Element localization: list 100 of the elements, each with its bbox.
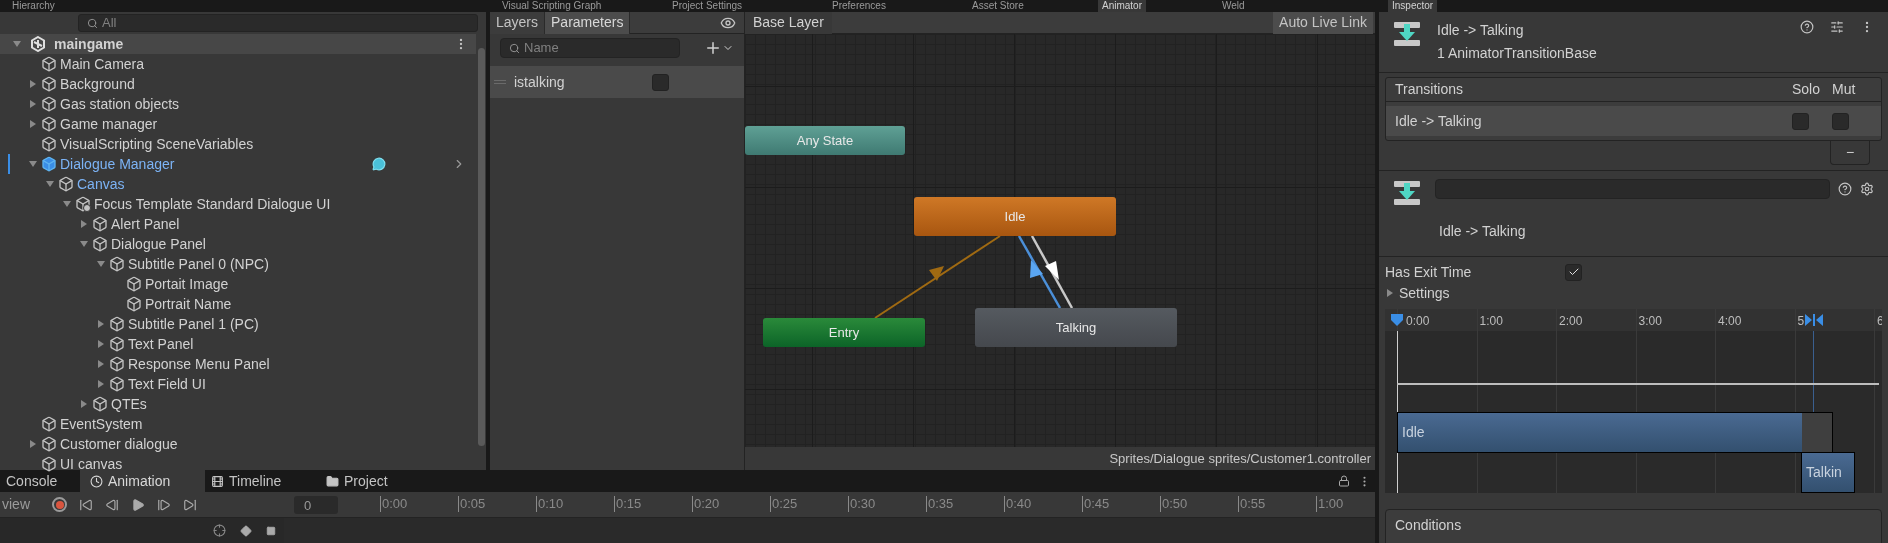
clip-bar[interactable]: Talkin bbox=[1801, 452, 1855, 493]
hierarchy-item[interactable]: Subtitle Panel 1 (PC) bbox=[128, 313, 259, 335]
cube-icon bbox=[58, 176, 74, 192]
panel-tab[interactable]: Timeline bbox=[205, 470, 320, 492]
window-tab[interactable]: Hierarchy bbox=[8, 0, 59, 12]
hierarchy-item[interactable]: Subtitle Panel 0 (NPC) bbox=[128, 253, 269, 275]
hierarchy-item[interactable]: Response Menu Panel bbox=[128, 353, 270, 375]
search-field[interactable]: All bbox=[78, 14, 478, 32]
transition-icon bbox=[1393, 179, 1421, 207]
window-tab[interactable]: Visual Scripting Graph bbox=[498, 0, 606, 12]
scene-name: maingame bbox=[54, 34, 125, 54]
settings-foldout[interactable]: Settings bbox=[1399, 282, 1450, 304]
panel-tab[interactable]: Parameters bbox=[545, 11, 631, 34]
search-field[interactable]: Name bbox=[500, 38, 680, 58]
lock-icon[interactable] bbox=[1338, 475, 1350, 487]
timeline-tick-label: 4:00 bbox=[1718, 313, 1742, 330]
hierarchy-item[interactable]: Portrait Name bbox=[145, 293, 232, 315]
expanded-arrow-icon[interactable] bbox=[12, 39, 22, 49]
hierarchy-item[interactable]: Gas station objects bbox=[60, 93, 180, 115]
help-icon[interactable] bbox=[1800, 20, 1814, 34]
start-marker-icon[interactable] bbox=[1390, 313, 1404, 327]
hierarchy-item[interactable]: QTEs bbox=[111, 393, 147, 415]
hierarchy-item[interactable]: Dialogue Manager bbox=[60, 153, 175, 175]
transition-row[interactable]: Idle -> Talking bbox=[1386, 106, 1881, 136]
ruler-tick-label: 0:35 bbox=[926, 496, 954, 512]
next-frame-icon[interactable] bbox=[157, 497, 171, 512]
hierarchy-item[interactable]: Background bbox=[60, 73, 135, 95]
time-ruler[interactable]: 0:00 0:05 0:10 0:15 0:20 0:25 0:30 0:35 0:40 0:45 0:50 0:55 1:00 bbox=[344, 492, 1375, 517]
window-tab[interactable]: Asset Store bbox=[968, 0, 1028, 12]
preview-toggle[interactable]: view bbox=[0, 494, 44, 515]
hierarchy-item[interactable]: Alert Panel bbox=[111, 213, 180, 235]
hierarchy-item[interactable]: Text Panel bbox=[128, 333, 194, 355]
add-keyframe-icon[interactable] bbox=[240, 524, 252, 537]
hierarchy-item[interactable]: Main Camera bbox=[60, 53, 145, 75]
inspector-subtitle: 1 AnimatorTransitionBase bbox=[1437, 44, 1598, 63]
last-frame-icon[interactable] bbox=[183, 497, 197, 512]
hierarchy-item[interactable]: Text Field UI bbox=[128, 373, 206, 395]
transition-arrow[interactable] bbox=[1030, 235, 1074, 309]
hierarchy-item[interactable]: VisualScripting SceneVariables bbox=[60, 133, 254, 155]
collapsed-arrow-icon[interactable] bbox=[28, 439, 38, 449]
controller-path: Sprites/Dialogue sprites/Customer1.controller bbox=[1109, 449, 1371, 468]
clip-bar[interactable]: Idle bbox=[1397, 412, 1833, 453]
presets-icon[interactable] bbox=[1830, 20, 1844, 34]
hierarchy-item[interactable]: Canvas bbox=[77, 173, 125, 195]
panel-tab[interactable]: Animation bbox=[80, 470, 205, 492]
help-icon[interactable] bbox=[1838, 182, 1852, 196]
play-icon[interactable] bbox=[131, 497, 145, 512]
scene-header[interactable]: maingame bbox=[0, 34, 476, 54]
field-label: Has Exit Time bbox=[1385, 262, 1473, 282]
transition-arrow[interactable] bbox=[1017, 235, 1062, 309]
state-graph[interactable]: Any State Idle Entry Talking bbox=[745, 34, 1375, 447]
collapsed-arrow-icon[interactable] bbox=[1385, 288, 1395, 298]
add-event-icon[interactable] bbox=[266, 525, 276, 536]
mute-checkbox[interactable] bbox=[1832, 112, 1849, 130]
hierarchy-item[interactable]: Focus Template Standard Dialogue UI bbox=[94, 193, 331, 215]
parameter-row[interactable]: istalking bbox=[490, 66, 744, 98]
idle-state-node[interactable]: Idle bbox=[914, 197, 1116, 236]
crosshair-icon[interactable] bbox=[213, 524, 226, 537]
inspector-title: Idle -> Talking bbox=[1437, 21, 1525, 40]
hierarchy-item[interactable]: Dialogue Panel bbox=[111, 233, 206, 255]
timeline-tick-label: 5 bbox=[1797, 313, 1805, 330]
hierarchy-item[interactable]: Game manager bbox=[60, 113, 158, 135]
first-frame-icon[interactable] bbox=[79, 497, 93, 512]
window-tab[interactable]: Project Settings bbox=[668, 0, 747, 12]
parameter-checkbox[interactable] bbox=[652, 73, 669, 91]
entry-node[interactable]: Entry bbox=[763, 318, 925, 347]
frame-field[interactable]: 0 bbox=[294, 495, 338, 514]
cube-icon bbox=[41, 56, 57, 72]
cube-icon bbox=[109, 256, 125, 272]
panel-tab[interactable]: Project bbox=[320, 470, 420, 492]
previous-frame-icon[interactable] bbox=[105, 497, 119, 512]
collapsed-arrow-icon[interactable] bbox=[79, 219, 89, 229]
window-tab[interactable]: Inspector bbox=[1388, 0, 1438, 12]
hierarchy-item[interactable]: Customer dialogue bbox=[60, 433, 178, 455]
cube-icon bbox=[109, 356, 125, 372]
folder-icon bbox=[326, 474, 339, 488]
window-tab[interactable]: Animator bbox=[1098, 0, 1146, 12]
auto-live-link-button[interactable]: Auto Live Link bbox=[1273, 11, 1373, 34]
remove-button[interactable]: − bbox=[1830, 141, 1870, 165]
drag-handle-icon[interactable] bbox=[494, 80, 506, 84]
solo-checkbox[interactable] bbox=[1792, 112, 1809, 130]
panel-tab[interactable]: Layers bbox=[490, 11, 546, 34]
ruler-tick-label: 0:10 bbox=[536, 496, 564, 512]
state-node[interactable]: Talking bbox=[975, 308, 1177, 347]
window-tab[interactable]: Preferences bbox=[828, 0, 890, 12]
cube-plus-icon bbox=[75, 196, 91, 212]
ruler-tick-label: 1:00 bbox=[1316, 496, 1344, 512]
plus-icon[interactable] bbox=[704, 39, 722, 57]
window-tab[interactable]: Weld bbox=[1218, 0, 1249, 12]
transition-marker-icon[interactable] bbox=[1805, 314, 1823, 326]
exit-time-checkbox[interactable] bbox=[1565, 263, 1582, 281]
record-button[interactable] bbox=[52, 497, 67, 512]
hierarchy-item[interactable]: Portait Image bbox=[145, 273, 229, 295]
check-icon bbox=[1567, 266, 1580, 278]
timeline-tick-label: 2:00 bbox=[1559, 313, 1583, 330]
breadcrumb[interactable]: Base Layer bbox=[745, 11, 832, 34]
cube-icon bbox=[92, 216, 108, 232]
ruler-tick-label: 0:40 bbox=[1004, 496, 1032, 512]
settings-icon[interactable] bbox=[1860, 182, 1874, 196]
hierarchy-item[interactable]: EventSystem bbox=[60, 413, 143, 435]
